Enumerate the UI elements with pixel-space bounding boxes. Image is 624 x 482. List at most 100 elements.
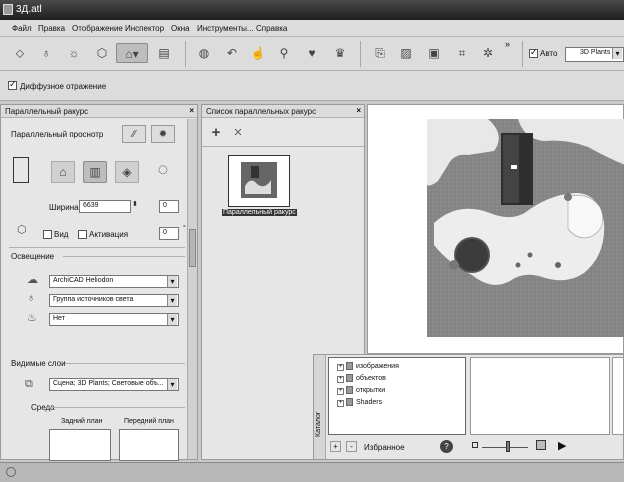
hand-icon[interactable]: ☝ xyxy=(248,43,268,63)
small-view-icon[interactable] xyxy=(472,442,478,448)
activate-field[interactable]: 0 xyxy=(159,227,179,240)
catalog-tree[interactable]: + изображения + объектов + открытки + Shader… xyxy=(328,357,466,435)
settings-icon[interactable]: ✲ xyxy=(478,43,498,63)
catalog-side-tab[interactable]: Каталог xyxy=(314,355,326,459)
frame-icon[interactable]: ⎘ xyxy=(370,43,390,63)
zoom-icon[interactable]: ⚲ xyxy=(274,43,294,63)
toolbar-overflow[interactable]: » xyxy=(505,39,510,49)
light-group-select[interactable]: Группа источников света xyxy=(49,294,179,307)
size-slider[interactable] xyxy=(482,447,528,448)
add-favorite-button[interactable]: + xyxy=(330,441,341,452)
background-swatch[interactable] xyxy=(49,429,111,461)
remove-button[interactable]: × xyxy=(230,125,246,141)
catalog-preview-extra xyxy=(612,357,624,435)
folder-icon xyxy=(346,398,353,406)
bulb-icon: ♁ xyxy=(27,292,36,304)
navigate-icon[interactable]: ◍ xyxy=(194,43,214,63)
link-icon[interactable]: ⁄⁄ xyxy=(122,125,146,143)
foreground-swatch[interactable] xyxy=(119,429,179,461)
menu-bar: Файл Правка Отображение Инспектор Окна И… xyxy=(0,20,624,37)
view-item-label[interactable]: Параллельный ракурс xyxy=(222,209,297,216)
folder-icon xyxy=(346,362,353,370)
close-button[interactable]: × xyxy=(189,106,194,115)
help-icon[interactable]: ? xyxy=(440,440,453,453)
lighting-label: Освещение xyxy=(11,252,55,261)
toolbar-separator xyxy=(360,41,361,67)
view-thumbnail[interactable] xyxy=(228,155,290,207)
layers-select[interactable]: Сцена; 3D Plants; Световые объ... xyxy=(49,378,179,391)
options-bar: Диффузное отражение xyxy=(0,71,624,101)
plants-select[interactable]: 3D Plants xyxy=(565,47,624,62)
light-icon[interactable]: ♁ xyxy=(36,43,56,63)
menu-view[interactable]: Отображение xyxy=(72,24,123,33)
tree-item-images[interactable]: + изображения xyxy=(337,362,399,371)
sun-icon[interactable]: ☼ xyxy=(64,43,84,63)
fire-icon: ♨ xyxy=(27,312,37,324)
undo-icon[interactable]: ↶ xyxy=(222,43,242,63)
stepper-icon[interactable]: ⬍ xyxy=(132,200,138,208)
tree-item-objects[interactable]: + объектов xyxy=(337,374,386,383)
width-field[interactable]: 6639 xyxy=(79,200,131,213)
toolbar-separator xyxy=(185,41,186,67)
rotation-icon[interactable]: ◌ xyxy=(151,159,175,185)
play-button[interactable]: ▶ xyxy=(558,439,566,452)
cloud-icon: ☁ xyxy=(27,274,38,286)
menu-windows[interactable]: Окна xyxy=(171,24,190,33)
view-icon[interactable]: ▤ xyxy=(154,43,174,63)
house-side-icon[interactable]: ▥ xyxy=(83,161,107,183)
panel-scrollbar[interactable] xyxy=(187,119,197,459)
auto-checkbox[interactable] xyxy=(529,47,538,59)
divider xyxy=(9,247,185,248)
tree-item-postcards[interactable]: + открытки xyxy=(337,386,385,395)
width-label: Ширина: xyxy=(49,203,81,212)
title-bar: 3Д.atl xyxy=(0,0,624,20)
select-icon[interactable]: ⬦ xyxy=(10,43,30,63)
crop-icon[interactable]: ⌗ xyxy=(452,43,472,63)
degree-icon: ° xyxy=(183,225,186,232)
camera-icon[interactable]: ⌂▾ xyxy=(116,43,148,63)
folder-icon xyxy=(346,374,353,382)
render-icon[interactable]: ▣ xyxy=(424,43,444,63)
site-plan-render xyxy=(427,119,624,337)
diffuse-checkbox[interactable] xyxy=(8,79,17,91)
scrollbar-thumb[interactable] xyxy=(189,229,196,267)
tree-item-shaders[interactable]: + Shaders xyxy=(337,398,382,407)
parallel-view-panel: Параллельный ракурс × Параллельный просн… xyxy=(0,104,198,461)
size-slider-thumb[interactable] xyxy=(506,441,510,452)
heliodon-select[interactable]: ArchiCAD Heliodon xyxy=(49,275,179,288)
close-button[interactable]: × xyxy=(356,106,361,115)
panel-header: Список параллельных ракурс × xyxy=(202,105,364,118)
menu-inspector[interactable]: Инспектор xyxy=(125,24,164,33)
menu-file[interactable]: Файл xyxy=(12,24,32,33)
layers-icon: ⧉ xyxy=(25,378,33,390)
view-check-label: Вид xyxy=(54,230,69,239)
house-top-icon[interactable]: ◈ xyxy=(115,161,139,183)
menu-edit[interactable]: Правка xyxy=(38,24,65,33)
view-checkbox[interactable] xyxy=(43,230,52,240)
catalog-preview xyxy=(470,357,610,435)
render-viewport[interactable] xyxy=(367,104,624,354)
divider xyxy=(63,256,185,257)
width-right-field[interactable]: 0 xyxy=(159,200,179,213)
thumbnail-preview xyxy=(241,162,277,198)
panel-header: Параллельный ракурс × xyxy=(1,105,197,118)
auto-label: Авто xyxy=(540,49,558,58)
menu-tools[interactable]: Инструменты... xyxy=(197,24,254,33)
house-front-icon[interactable]: ⌂ xyxy=(51,161,75,183)
divider xyxy=(202,146,364,147)
panel-title: Список параллельных ракурс xyxy=(206,107,317,116)
none-select[interactable]: Нет xyxy=(49,313,179,326)
remove-favorite-button[interactable]: - xyxy=(346,441,357,452)
toolbar-separator xyxy=(522,41,523,67)
panel-title: Параллельный ракурс xyxy=(5,107,89,116)
torch-icon[interactable]: ♥ xyxy=(302,43,322,63)
image-icon[interactable]: ▨ xyxy=(396,43,416,63)
activate-check-label: Активация xyxy=(89,230,129,239)
large-view-icon[interactable] xyxy=(536,440,546,450)
gear-icon[interactable]: ✹ xyxy=(151,125,175,143)
activate-checkbox[interactable] xyxy=(78,230,87,240)
paint-icon[interactable]: ♛ xyxy=(330,43,350,63)
menu-help[interactable]: Справка xyxy=(256,24,287,33)
object-icon[interactable]: ⬡ xyxy=(92,43,112,63)
add-button[interactable]: + xyxy=(208,125,224,141)
